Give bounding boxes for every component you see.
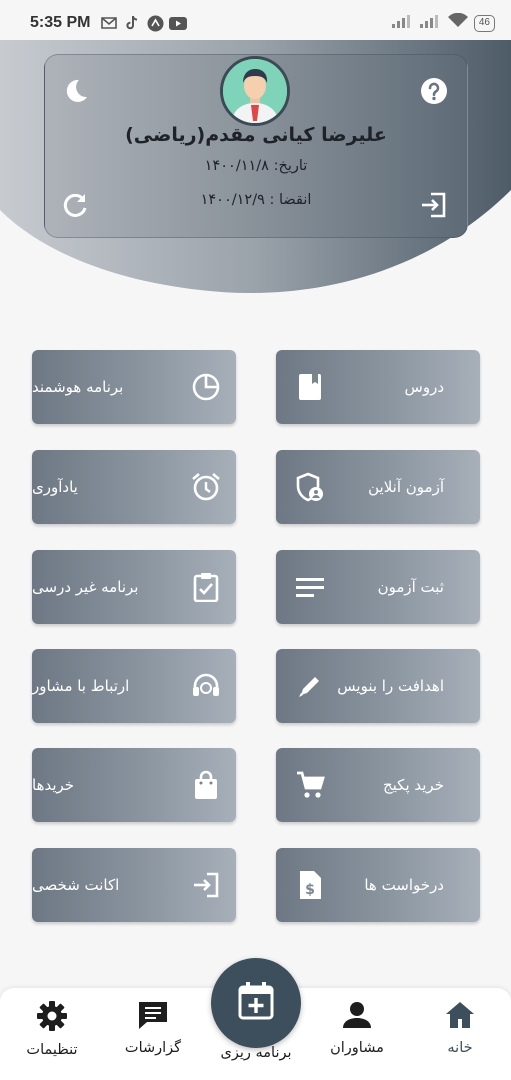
menu-register-exam-label: ثبت آزمون xyxy=(377,578,444,596)
menu-smart-plan-label: برنامه هوشمند xyxy=(32,378,124,396)
home-icon xyxy=(444,1000,476,1034)
wifi-icon xyxy=(447,12,468,33)
menu-register-exam-button[interactable]: ثبت آزمون xyxy=(276,550,480,624)
menu-requests-button[interactable]: درخواست ها $ xyxy=(276,848,480,922)
nav-advisors[interactable]: مشاوران xyxy=(307,1000,407,1056)
menu-lessons-button[interactable]: دروس xyxy=(276,350,480,424)
menu-lessons-label: دروس xyxy=(404,378,444,396)
menu-buy-package-label: خرید پکیج xyxy=(382,776,444,794)
nav-reports[interactable]: گزارشات xyxy=(103,1000,203,1056)
signal-icon xyxy=(391,14,414,33)
shield-user-icon xyxy=(294,471,326,503)
menu-personal-account-button[interactable]: اکانت شخصی xyxy=(32,848,236,922)
headset-icon xyxy=(190,670,222,702)
person-icon xyxy=(342,1000,372,1034)
svg-text:$: $ xyxy=(305,882,315,898)
moon-icon[interactable] xyxy=(60,76,90,106)
menu-personal-account-label: اکانت شخصی xyxy=(32,876,120,894)
menu-requests-label: درخواست ها xyxy=(364,876,444,894)
menu-write-goals-label: اهدافت را بنویس xyxy=(337,677,444,695)
cart-icon xyxy=(294,769,326,801)
tiktok-icon xyxy=(123,14,141,32)
profile-expire: انقضا : ۱۴۰۰/۱۲/۹ xyxy=(200,192,312,208)
menu-buy-package-button[interactable]: خرید پکیج xyxy=(276,748,480,822)
app-circle-icon xyxy=(146,14,164,32)
menu-reminder-button[interactable]: یادآوری xyxy=(32,450,236,524)
status-time: 5:35 PM xyxy=(30,14,91,31)
chat-report-icon xyxy=(137,1000,169,1034)
menu-extracurricular-button[interactable]: برنامه غیر درسی xyxy=(32,550,236,624)
nav-advisors-label: مشاوران xyxy=(330,1040,384,1056)
profile-name: علیرضا کیانی مقدم(ریاضی) xyxy=(125,124,387,146)
clipboard-check-icon xyxy=(190,571,222,603)
menu-extracurricular-label: برنامه غیر درسی xyxy=(32,578,139,596)
login-icon xyxy=(190,869,222,901)
menu-purchases-button[interactable]: خریدها xyxy=(32,748,236,822)
pen-icon xyxy=(294,670,326,702)
menu-contact-advisor-label: ارتباط با مشاور xyxy=(32,677,130,695)
document-dollar-icon: $ xyxy=(294,869,326,901)
gmail-icon xyxy=(100,14,118,32)
profile-date: تاریخ: ۱۴۰۰/۱۱/۸ xyxy=(204,158,308,174)
book-icon xyxy=(294,371,326,403)
nav-settings-label: تنظیمات xyxy=(26,1042,78,1058)
menu-write-goals-button[interactable]: اهدافت را بنویس xyxy=(276,649,480,723)
youtube-icon xyxy=(169,14,188,32)
battery-indicator: 46 xyxy=(473,14,495,32)
pie-chart-icon xyxy=(190,371,222,403)
alarm-icon xyxy=(190,471,222,503)
nav-settings[interactable]: تنظیمات xyxy=(2,1000,102,1058)
avatar xyxy=(220,56,290,126)
menu-online-exam-button[interactable]: آزمون آنلاین xyxy=(276,450,480,524)
gear-icon xyxy=(36,1000,68,1036)
help-icon[interactable] xyxy=(419,76,449,106)
lines-icon xyxy=(294,571,326,603)
nav-planning-label[interactable]: برنامه ریزی xyxy=(200,1045,312,1061)
shopping-bag-icon xyxy=(190,769,222,801)
nav-home[interactable]: خانه xyxy=(410,1000,510,1056)
signal-icon-2 xyxy=(419,14,442,33)
nav-planning-button[interactable] xyxy=(211,958,301,1048)
menu-contact-advisor-button[interactable]: ارتباط با مشاور xyxy=(32,649,236,723)
menu-purchases-label: خریدها xyxy=(32,776,75,794)
nav-reports-label: گزارشات xyxy=(124,1040,182,1056)
menu-online-exam-label: آزمون آنلاین xyxy=(368,478,444,496)
calendar-add-icon xyxy=(238,982,274,1024)
menu-smart-plan-button[interactable]: برنامه هوشمند xyxy=(32,350,236,424)
menu-reminder-label: یادآوری xyxy=(32,478,78,496)
nav-home-label: خانه xyxy=(447,1040,473,1056)
